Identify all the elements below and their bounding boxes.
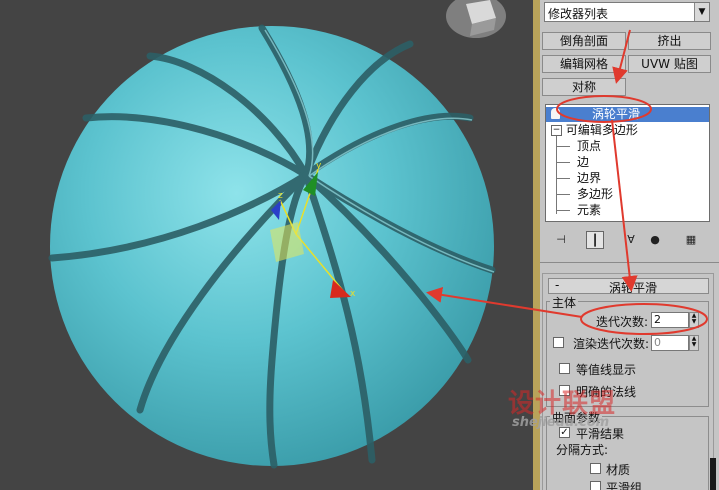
perspective-viewport[interactable]: x y z	[0, 0, 533, 490]
viewcube[interactable]	[446, 0, 506, 38]
separate-by-label: 分隔方式:	[556, 443, 609, 457]
symmetry-button[interactable]: 对称	[542, 78, 626, 96]
pin-stack-icon[interactable]: ⊣	[552, 231, 570, 249]
iterations-spinner[interactable]: ▲ ▼	[689, 312, 699, 328]
make-unique-icon[interactable]: ∀	[622, 231, 640, 249]
isoline-label: 等值线显示	[576, 363, 637, 377]
stack-subitem-vertex[interactable]: 顶点	[577, 139, 601, 154]
stack-item-label: 可编辑多边形	[565, 123, 638, 137]
watermark-sub: shejiedu.com	[512, 415, 610, 430]
rollout-header[interactable]: - 涡轮平滑	[548, 278, 709, 295]
rollout-collapse: -	[555, 278, 560, 292]
configure-sets-icon[interactable]: ▦	[682, 231, 700, 249]
stack-item-turbosmooth[interactable]: 涡轮平滑	[546, 107, 709, 122]
show-end-result-icon[interactable]: ┃	[586, 231, 604, 249]
stack-subitem-edge[interactable]: 边	[577, 155, 589, 170]
render-iters-label: 渲染迭代次数:	[573, 337, 650, 351]
watermark: 设计联盟 shejiedu.com	[508, 383, 616, 430]
modifier-list-dropdown[interactable]: 修改器列表 ▼	[544, 2, 710, 22]
rollout-title: 涡轮平滑	[609, 281, 658, 295]
modifier-list-label: 修改器列表	[548, 7, 609, 21]
collapse-icon[interactable]: −	[551, 125, 562, 136]
stack-item-label: 涡轮平滑	[592, 107, 641, 121]
viewport-canvas: x y z	[48, 0, 506, 469]
smoothing-groups-checkbox[interactable]	[590, 481, 601, 490]
lightbulb-icon[interactable]	[551, 108, 560, 119]
smoothing-groups-label: 平滑组	[606, 481, 643, 490]
main-group-label: 主体	[550, 294, 579, 311]
render-iters-spinner[interactable]: ▲ ▼	[689, 335, 699, 351]
stack-item-editable-poly[interactable]: − 可编辑多边形	[551, 123, 638, 138]
render-iters-input[interactable]: 0	[651, 335, 689, 351]
uvw-map-button[interactable]: UVW 贴图	[628, 55, 711, 73]
chamfer-profile-button[interactable]: 倒角剖面	[542, 32, 626, 50]
extrude-button[interactable]: 挤出	[628, 32, 711, 50]
iterations-input[interactable]: 2	[651, 312, 689, 328]
render-iters-checkbox[interactable]	[553, 337, 564, 348]
axis-z-label: z	[278, 191, 283, 201]
remove-modifier-icon[interactable]: ●	[646, 231, 664, 249]
axis-x-label: x	[350, 289, 356, 299]
panel-scrollbar[interactable]	[710, 458, 716, 490]
modifier-stack[interactable]: 涡轮平滑 − 可编辑多边形 顶点 边 边界 多边形 元素	[545, 104, 710, 222]
stack-subitem-border[interactable]: 边界	[577, 171, 601, 186]
materials-label: 材质	[606, 463, 631, 477]
chevron-down-icon[interactable]: ▼	[694, 3, 709, 21]
stack-subitem-polygon[interactable]: 多边形	[577, 187, 613, 202]
iterations-label: 迭代次数:	[596, 315, 649, 329]
axis-y-label: y	[316, 161, 322, 171]
materials-checkbox[interactable]	[590, 463, 601, 474]
edit-mesh-button[interactable]: 编辑网格	[542, 55, 626, 73]
isoline-checkbox[interactable]	[559, 363, 570, 374]
stack-subitem-element[interactable]: 元素	[577, 203, 601, 218]
